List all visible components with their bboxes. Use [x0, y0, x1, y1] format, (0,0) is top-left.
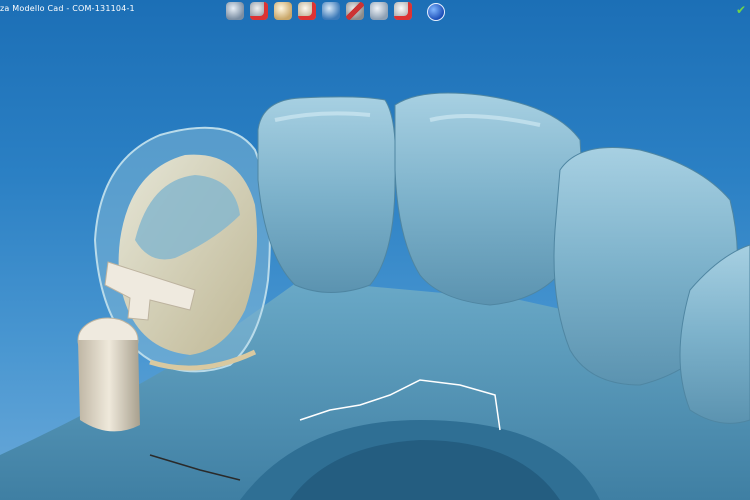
model-delete-icon[interactable]: [250, 2, 268, 20]
toolbar: [226, 2, 412, 22]
checkmark-icon[interactable]: ✔: [736, 3, 746, 17]
tooth-1: [257, 96, 397, 293]
model-view-icon[interactable]: [226, 2, 244, 20]
crown-add-icon[interactable]: [274, 2, 292, 20]
tooth-2: [394, 92, 582, 306]
window-title: za Modello Cad - COM-131104-1: [0, 4, 135, 13]
power-icon[interactable]: [427, 3, 445, 21]
dental-model-viewport[interactable]: [0, 0, 750, 500]
model-edit-icon[interactable]: [322, 2, 340, 20]
crown-delete-icon[interactable]: [298, 2, 316, 20]
abutment-delete-icon[interactable]: [394, 2, 412, 20]
abutment-body: [78, 340, 140, 432]
layer-remove-icon[interactable]: [370, 2, 388, 20]
cut-tool-icon[interactable]: [346, 2, 364, 20]
